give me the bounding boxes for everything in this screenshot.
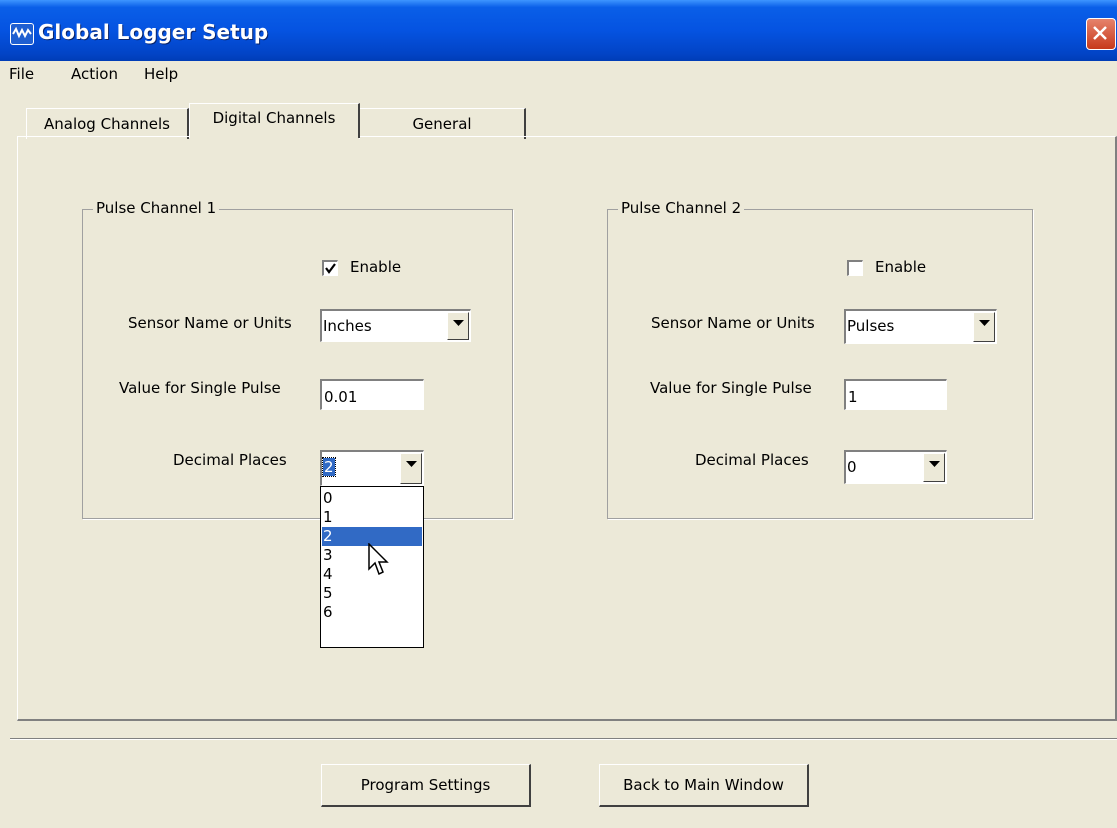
menu-action[interactable]: Action [71,65,118,83]
separator [10,738,1117,740]
decimal-select-channel-2[interactable]: 0 [844,450,947,484]
pulse-label-channel-1: Value for Single Pulse [119,379,281,397]
decimal-select-channel-1[interactable]: 2 [320,450,424,486]
triangle-down-icon [406,461,417,467]
sensor-select-channel-2[interactable]: Pulses [844,309,997,344]
close-button[interactable] [1086,18,1116,50]
sensor-label-channel-1: Sensor Name or Units [128,314,292,332]
window-left-edge [0,87,10,828]
dropdown-option[interactable]: 1 [322,508,422,527]
pulse-value-input-channel-1[interactable]: 0.01 [320,379,424,410]
dropdown-button[interactable] [973,312,995,342]
decimal-label-channel-2: Decimal Places [695,451,809,469]
pulse-label-channel-2: Value for Single Pulse [650,379,812,397]
menu-help[interactable]: Help [144,65,178,83]
group-title: Pulse Channel 1 [93,199,220,217]
sensor-value: Pulses [847,317,895,335]
mouse-pointer-icon [368,543,389,576]
menu-file[interactable]: File [9,65,34,83]
sensor-select-channel-1[interactable]: Inches [320,309,471,342]
tab-analog-channels[interactable]: Analog Channels [26,108,189,139]
tab-general[interactable]: General [359,108,526,139]
pulse-channel-1-group: Pulse Channel 1 [82,199,513,519]
enable-checkbox-channel-2[interactable] [847,260,863,276]
waveform-icon [10,23,34,45]
dropdown-option[interactable]: 5 [322,584,422,603]
decimal-label-channel-1: Decimal Places [173,451,287,469]
sensor-label-channel-2: Sensor Name or Units [651,314,815,332]
triangle-down-icon [929,461,940,467]
dropdown-button[interactable] [923,453,945,482]
dropdown-button[interactable] [447,312,469,340]
program-settings-button[interactable]: Program Settings [321,764,531,807]
tab-digital-channels[interactable]: Digital Channels [189,103,360,138]
sensor-value: Inches [323,317,372,335]
triangle-down-icon [979,320,990,326]
menu-bar: File Action Help [0,61,1117,87]
dropdown-option[interactable]: 6 [322,603,422,622]
checkmark-icon [325,263,336,274]
pulse-channel-2-group: Pulse Channel 2 [607,199,1033,519]
close-icon [1093,26,1107,40]
group-title: Pulse Channel 2 [618,199,745,217]
title-bar[interactable]: Global Logger Setup [0,0,1117,61]
window-title: Global Logger Setup [38,20,269,44]
enable-label-channel-1: Enable [350,258,402,276]
enable-label-channel-2: Enable [875,258,927,276]
enable-checkbox-channel-1[interactable] [322,260,338,276]
global-logger-setup-window: Global Logger Setup File Action Help Ana… [0,0,1117,828]
dropdown-option[interactable]: 0 [322,489,422,508]
back-to-main-window-button[interactable]: Back to Main Window [599,764,809,807]
pulse-value-input-channel-2[interactable]: 1 [844,379,947,410]
triangle-down-icon [453,320,464,326]
dropdown-button[interactable] [400,453,422,484]
decimal-value: 2 [322,457,336,477]
decimal-value: 0 [847,458,857,476]
